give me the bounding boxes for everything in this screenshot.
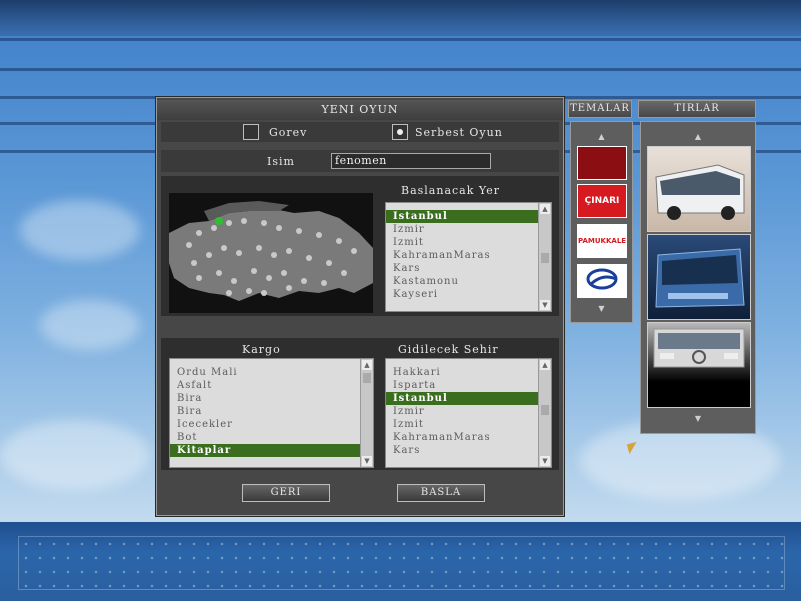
list-item[interactable]: Hakkari — [386, 366, 551, 379]
list-item[interactable]: Izmir — [386, 405, 551, 418]
destination-label: Gidilecek Sehir — [398, 343, 499, 356]
scroll-thumb[interactable] — [541, 253, 549, 263]
background-stripe — [0, 68, 801, 71]
mode-serbest-label: Serbest Oyun — [415, 126, 503, 139]
list-item[interactable]: Istanbul — [386, 210, 551, 223]
bottom-dot-pattern — [18, 536, 785, 590]
list-item[interactable]: Kayseri — [386, 288, 551, 301]
list-item[interactable]: Isparta — [386, 379, 551, 392]
trucks-header: TIRLAR — [638, 100, 756, 118]
list-item[interactable]: Bira — [170, 392, 373, 405]
truck-bus-silver[interactable] — [647, 322, 751, 408]
theme-cinari[interactable]: ÇINARI — [577, 184, 627, 218]
cloud — [40, 300, 140, 350]
scroll-thumb[interactable] — [541, 405, 549, 415]
scrollbar[interactable]: ▲ ▼ — [538, 203, 551, 311]
scrollbar[interactable]: ▲ ▼ — [538, 359, 551, 467]
background-stripe — [0, 38, 801, 41]
list-item[interactable]: Bot — [170, 431, 373, 444]
list-item[interactable]: Izmir — [386, 223, 551, 236]
mode-serbest-radio[interactable] — [392, 124, 408, 140]
top-bar — [0, 0, 801, 36]
new-game-dialog: YENI OYUN Gorev Serbest Oyun Isim fenome… — [156, 97, 564, 516]
list-item[interactable]: Kastamonu — [386, 275, 551, 288]
selected-city-marker — [215, 217, 223, 225]
start-location-list[interactable]: Istanbul Izmir Izmit KahramanMaras Kars … — [385, 202, 552, 312]
mode-gorev-checkbox[interactable] — [243, 124, 259, 140]
list-item[interactable]: Bira — [170, 405, 373, 418]
themes-panel: ▲ ÇINARI PAMUKKALE ▼ — [570, 121, 633, 323]
cloud — [20, 200, 140, 260]
themes-header: TEMALAR — [568, 100, 632, 118]
theme-blue-logo[interactable] — [577, 264, 627, 298]
map-land — [169, 208, 373, 301]
scroll-down-icon[interactable]: ▼ — [540, 456, 550, 466]
blue-logo-icon — [586, 268, 618, 290]
scroll-thumb[interactable] — [363, 373, 371, 383]
scroll-down-icon[interactable]: ▼ — [540, 300, 550, 310]
destination-list[interactable]: Hakkari Isparta Istanbul Izmir Izmit Kah… — [385, 358, 552, 468]
name-label: Isim — [267, 155, 295, 168]
turkey-map[interactable] — [169, 193, 373, 313]
scroll-down-icon[interactable]: ▼ — [362, 456, 372, 466]
back-button[interactable]: GERI — [242, 484, 330, 502]
list-item[interactable]: KahramanMaras — [386, 249, 551, 262]
themes-scroll-down-icon[interactable]: ▼ — [571, 304, 632, 313]
theme-pamukkale[interactable]: PAMUKKALE — [577, 224, 627, 258]
list-item[interactable]: Izmit — [386, 236, 551, 249]
cloud — [0, 420, 150, 490]
mode-row: Gorev Serbest Oyun — [161, 122, 559, 142]
truck-bus-white[interactable] — [647, 146, 751, 232]
map-graphic — [169, 201, 373, 301]
dialog-title: YENI OYUN — [157, 100, 563, 120]
list-item[interactable]: Asfalt — [170, 379, 373, 392]
cargo-label: Kargo — [242, 343, 281, 356]
name-row: Isim fenomen — [161, 150, 559, 172]
trucks-scroll-up-icon[interactable]: ▲ — [641, 132, 755, 141]
trucks-scroll-down-icon[interactable]: ▼ — [641, 414, 755, 423]
theme-red[interactable] — [577, 146, 627, 180]
scrollbar[interactable]: ▲ ▼ — [360, 359, 373, 467]
start-button[interactable]: BASLA — [397, 484, 485, 502]
list-item[interactable]: Kars — [386, 444, 551, 457]
list-item[interactable]: Kitaplar — [170, 444, 373, 457]
truck-bus-blue[interactable] — [647, 234, 751, 320]
mode-gorev-label: Gorev — [269, 126, 308, 139]
list-item[interactable]: Izmit — [386, 418, 551, 431]
list-item[interactable]: Icecekler — [170, 418, 373, 431]
list-item[interactable]: Istanbul — [386, 392, 551, 405]
bus-white-icon — [655, 164, 745, 220]
list-item[interactable]: Kars — [386, 262, 551, 275]
scroll-up-icon[interactable]: ▲ — [540, 204, 550, 214]
scroll-up-icon[interactable]: ▲ — [540, 360, 550, 370]
name-input[interactable]: fenomen — [331, 153, 491, 169]
start-location-label: Baslanacak Yer — [401, 184, 500, 197]
list-item[interactable]: Ordu Mali — [170, 366, 373, 379]
bus-blue-icon — [655, 248, 745, 308]
bus-silver-icon — [653, 328, 745, 368]
cargo-list[interactable]: Ordu Mali Asfalt Bira Bira Icecekler Bot… — [169, 358, 374, 468]
scroll-up-icon[interactable]: ▲ — [362, 360, 372, 370]
list-item[interactable]: KahramanMaras — [386, 431, 551, 444]
themes-scroll-up-icon[interactable]: ▲ — [571, 132, 632, 141]
trucks-panel: ▲ ▼ — [640, 121, 756, 434]
